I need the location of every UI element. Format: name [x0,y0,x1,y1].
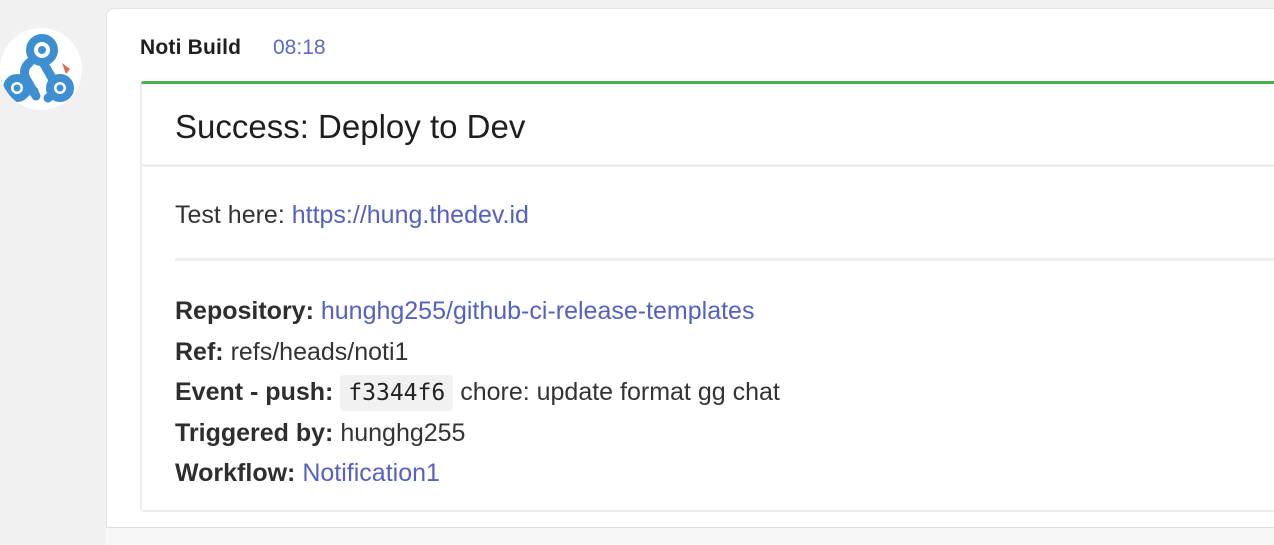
triggered-by-value: hunghg255 [340,418,466,447]
card-title: Success: Deploy to Dev [175,108,526,145]
message-time[interactable]: 08:18 [273,36,326,60]
sender-name[interactable]: Noti Build [140,36,241,60]
commit-message: chore: update format gg chat [460,378,780,406]
card-header: Success: Deploy to Dev [142,84,1274,167]
workflow-label: Workflow: [175,459,296,487]
event-row: Event - push: f3344f6 chore: update form… [175,372,780,413]
section-divider [175,258,1274,261]
webhook-icon [0,28,82,110]
test-line: Test here: https://hung.thedev.id [175,201,529,230]
ref-row: Ref: refs/heads/noti1 [175,332,780,373]
workflow-link[interactable]: Notification1 [302,459,440,487]
bottom-bar [106,527,1274,545]
workflow-row: Workflow: Notification1 [175,453,780,494]
test-url-link[interactable]: https://hung.thedev.id [292,201,529,229]
notification-card: Success: Deploy to Dev Test here: https:… [140,81,1274,512]
event-label: Event - push: [175,378,334,406]
ref-value: refs/heads/noti1 [230,337,409,366]
details-section: Repository: hunghg255/github-ci-release-… [175,291,780,494]
ref-label: Ref: [175,337,224,366]
test-label: Test here: [175,201,292,229]
avatar[interactable] [0,28,82,110]
triggered-by-label: Triggered by: [175,418,334,447]
repository-link[interactable]: hunghg255/github-ci-release-templates [321,297,755,325]
repository-row: Repository: hunghg255/github-ci-release-… [175,291,780,332]
repository-label: Repository: [175,297,314,325]
triggered-by-row: Triggered by: hunghg255 [175,413,780,454]
commit-sha: f3344f6 [340,375,454,411]
